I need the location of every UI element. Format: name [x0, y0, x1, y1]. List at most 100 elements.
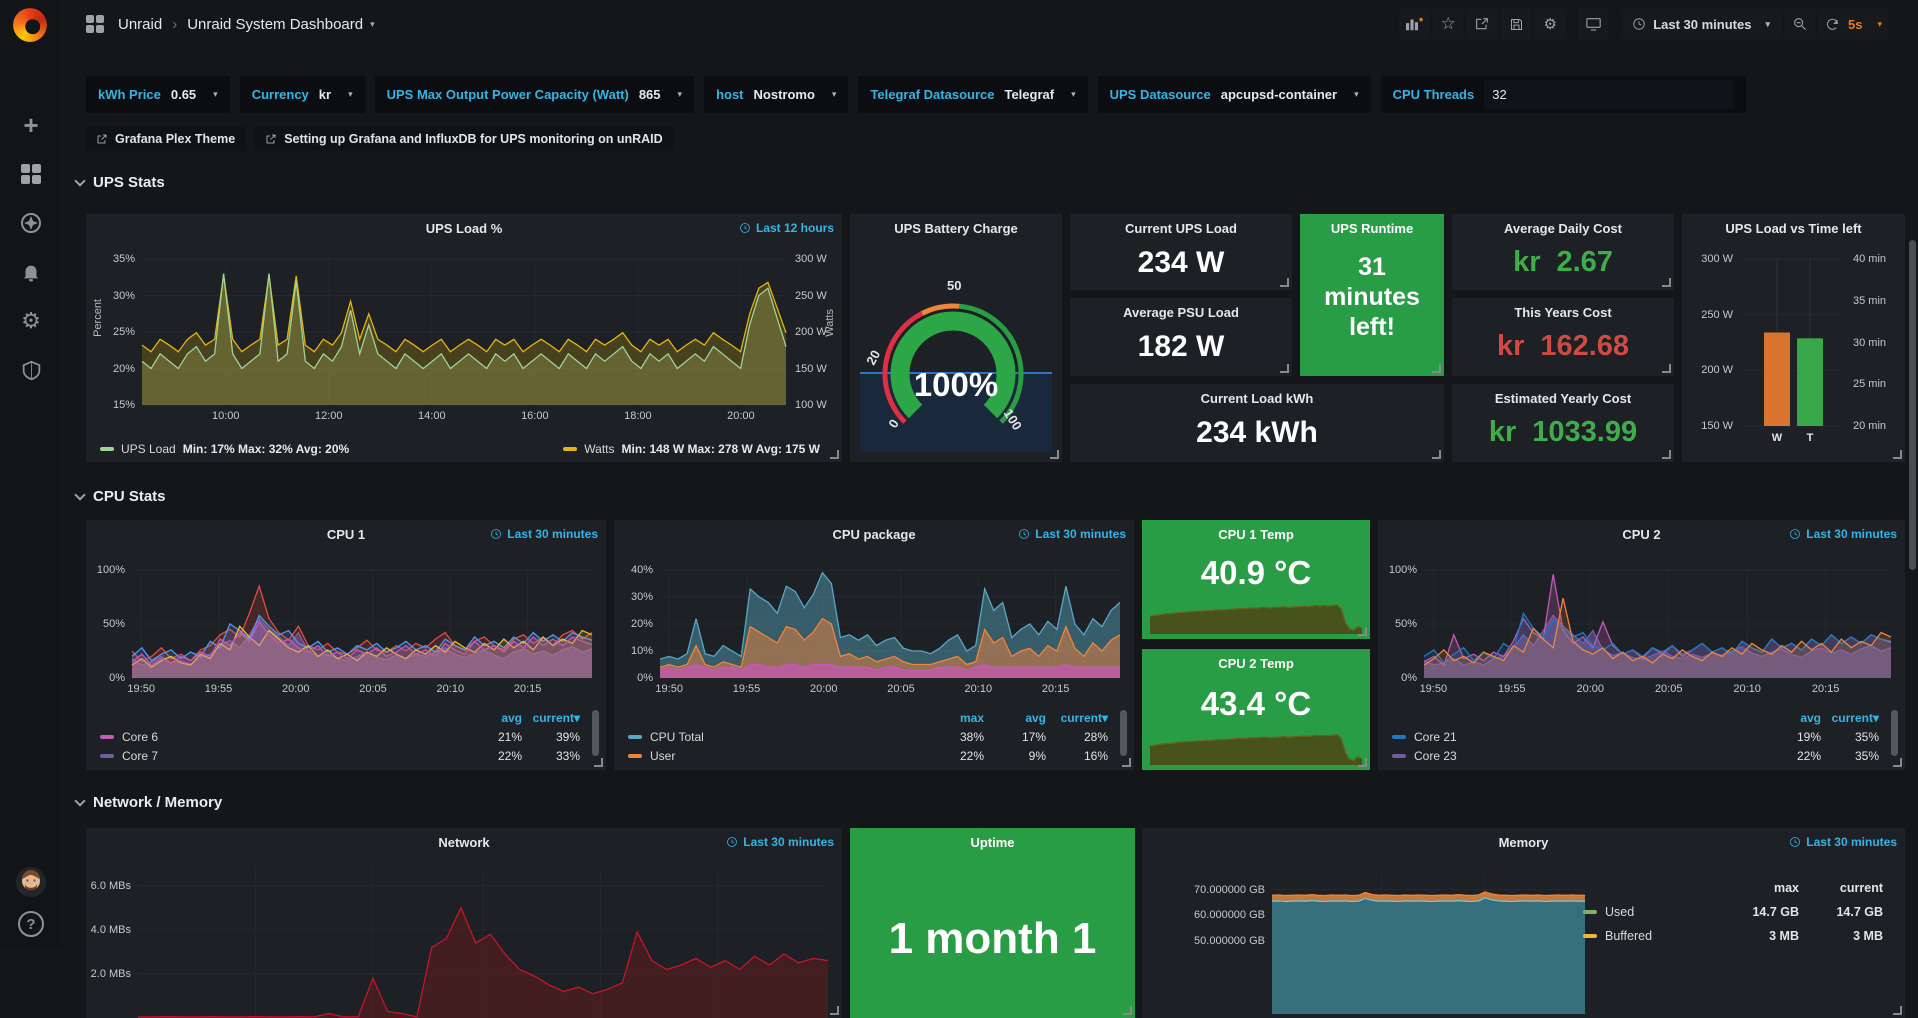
panel-title[interactable]: CPU 2 Temp: [1142, 656, 1370, 671]
zoom-out-button[interactable]: [1785, 9, 1815, 39]
series-swatch: [100, 735, 114, 739]
panel-title[interactable]: Uptime: [850, 835, 1135, 850]
panel-time-badge[interactable]: Last 30 minutes: [1789, 835, 1897, 849]
panel-title[interactable]: This Years Cost: [1452, 305, 1674, 320]
dashboard-settings-gear-icon[interactable]: ⚙: [1535, 9, 1565, 39]
axis-tick-label: 30 min: [1853, 337, 1886, 349]
save-button[interactable]: [1501, 9, 1531, 39]
panel-time-badge[interactable]: Last 30 minutes: [1018, 527, 1126, 541]
axis-tick-label: 40 min: [1853, 253, 1886, 265]
axis-tick-label: 18:00: [624, 410, 652, 422]
chart-svg: [138, 868, 828, 1018]
cpu-threads-input[interactable]: 32: [1484, 80, 1734, 109]
memory-chart[interactable]: 70.000000 GB60.000000 GB50.000000 GB: [1272, 874, 1585, 1014]
section-network-memory[interactable]: Network / Memory: [76, 794, 222, 811]
section-cpu-stats[interactable]: CPU Stats: [76, 488, 166, 505]
clock-icon: [1018, 528, 1030, 540]
panel-time-badge[interactable]: Last 30 minutes: [490, 527, 598, 541]
panel-this-years-cost: This Years Cost kr162.68: [1452, 298, 1674, 376]
help-icon[interactable]: ?: [18, 911, 44, 937]
ups-bars-chart[interactable]: 300 W250 W200 W150 W40 min35 min30 min25…: [1742, 259, 1842, 426]
cpu-package-chart[interactable]: 40%30%20%10%0%19:5019:5520:0020:0520:102…: [660, 570, 1120, 678]
panel-memory-graph: Memory Last 30 minutes 70.000000 GB60.00…: [1142, 828, 1905, 1018]
time-range-picker[interactable]: Last 30 minutes ▾: [1621, 9, 1781, 39]
chevron-down-icon[interactable]: ▾: [370, 19, 375, 30]
legend-item-ups-load[interactable]: UPS Load Min: 17% Max: 32% Avg: 20%: [100, 442, 349, 456]
chart-svg: [1742, 259, 1842, 426]
template-variables-row: kWh Price0.65▾ Currencykr▾ UPS Max Outpu…: [86, 76, 1746, 113]
axis-tick-label: 20%: [113, 363, 135, 375]
battery-gauge[interactable]: [850, 214, 1062, 462]
clock-icon: [1789, 836, 1801, 848]
variable-currency[interactable]: Currencykr▾: [240, 76, 365, 113]
legend-scrollbar[interactable]: [1891, 710, 1898, 756]
panel-time-badge[interactable]: Last 12 hours: [739, 221, 834, 235]
dashboard-grid-icon[interactable]: [86, 15, 104, 33]
legend-row[interactable]: Used 14.7 GB14.7 GB: [1583, 900, 1883, 924]
chart-svg: [1150, 727, 1362, 765]
page-scrollbar[interactable]: [1909, 240, 1916, 570]
panel-title[interactable]: UPS Load vs Time left: [1682, 221, 1905, 236]
legend-header-row: avgcurrent▾: [100, 708, 580, 727]
star-button[interactable]: ☆: [1433, 9, 1463, 39]
create-plus-icon[interactable]: +: [18, 112, 44, 138]
panel-title[interactable]: Average Daily Cost: [1452, 221, 1674, 236]
axis-tick-label: 15%: [113, 399, 135, 411]
configuration-gear-icon[interactable]: ⚙: [18, 308, 44, 334]
legend-row[interactable]: CPU Total 38%17%28%: [628, 727, 1108, 746]
legend-row[interactable]: Core 7 22%33%: [100, 746, 580, 765]
dashboards-icon[interactable]: [18, 161, 44, 187]
panel-current-load-kwh: Current Load kWh 234 kWh: [1070, 384, 1444, 462]
panel-title[interactable]: UPS Runtime: [1300, 221, 1444, 236]
server-admin-shield-icon[interactable]: [18, 357, 44, 383]
link-ups-monitoring-guide[interactable]: Setting up Grafana and InfluxDB for UPS …: [255, 126, 672, 151]
variable-kwh-price[interactable]: kWh Price0.65▾: [86, 76, 230, 113]
panel-title[interactable]: UPS Load %: [86, 221, 842, 236]
chart-svg: [1150, 596, 1362, 634]
refresh-button[interactable]: 5s ▾: [1819, 9, 1888, 39]
legend-scrollbar[interactable]: [592, 710, 599, 756]
panel-title[interactable]: Current UPS Load: [1070, 221, 1292, 236]
variable-ups-max-output[interactable]: UPS Max Output Power Capacity (Watt)865▾: [375, 76, 694, 113]
variable-ups-datasource[interactable]: UPS Datasourceapcupsd-container▾: [1098, 76, 1371, 113]
external-link-icon: [96, 133, 108, 145]
explore-compass-icon[interactable]: [18, 210, 44, 236]
legend-item-watts[interactable]: Watts Min: 148 W Max: 278 W Avg: 175 W: [563, 442, 820, 456]
cpu1-chart[interactable]: 100%50%0%19:5019:5520:0020:0520:1020:15: [132, 570, 592, 678]
variable-host[interactable]: hostNostromo▾: [704, 76, 848, 113]
panel-title[interactable]: Current Load kWh: [1070, 391, 1444, 406]
legend: UPS Load Min: 17% Max: 32% Avg: 20% Watt…: [100, 442, 820, 456]
cpu2-chart[interactable]: 100%50%0%19:5019:5520:0020:0520:1020:15: [1424, 570, 1891, 678]
panel-uptime: Uptime 1 month 1: [850, 828, 1135, 1018]
share-button[interactable]: [1467, 9, 1497, 39]
panel-title[interactable]: Average PSU Load: [1070, 305, 1292, 320]
chart-svg: [142, 259, 786, 405]
axis-tick-label: 10%: [631, 645, 653, 657]
alerting-bell-icon[interactable]: [18, 259, 44, 285]
legend-row[interactable]: Buffered 3 MB3 MB: [1583, 924, 1883, 948]
legend-row[interactable]: Core 23 22%35%: [1392, 746, 1879, 765]
legend-row[interactable]: Core 21 19%35%: [1392, 727, 1879, 746]
panel-time-badge[interactable]: Last 30 minutes: [1789, 527, 1897, 541]
network-chart[interactable]: 6.0 MBs4.0 MBs2.0 MBs: [138, 868, 828, 1018]
user-avatar[interactable]: [16, 867, 46, 897]
page-title[interactable]: Unraid System Dashboard: [187, 16, 363, 33]
grafana-logo-icon[interactable]: [13, 8, 47, 42]
legend-row[interactable]: Core 6 21%39%: [100, 727, 580, 746]
tv-kiosk-icon[interactable]: [1578, 9, 1608, 39]
link-grafana-plex-theme[interactable]: Grafana Plex Theme: [86, 126, 245, 151]
chart-svg: [660, 570, 1120, 678]
legend-scrollbar[interactable]: [1120, 710, 1127, 756]
legend-row[interactable]: User 22%9%16%: [628, 746, 1108, 765]
section-ups-stats[interactable]: UPS Stats: [76, 174, 165, 191]
panel-title[interactable]: Estimated Yearly Cost: [1452, 391, 1674, 406]
panel-title[interactable]: CPU 1 Temp: [1142, 527, 1370, 542]
add-panel-button[interactable]: [1399, 9, 1429, 39]
variable-telegraf-datasource[interactable]: Telegraf DatasourceTelegraf▾: [858, 76, 1087, 113]
axis-tick-label: 150 W: [795, 363, 827, 375]
breadcrumb-app[interactable]: Unraid: [118, 16, 162, 33]
chart-svg: [132, 570, 592, 678]
chevron-down-icon: ▾: [832, 89, 837, 100]
panel-time-badge[interactable]: Last 30 minutes: [726, 835, 834, 849]
ups-load-chart[interactable]: 35%30%25%20%15%300 W250 W200 W150 W100 W…: [142, 259, 786, 405]
